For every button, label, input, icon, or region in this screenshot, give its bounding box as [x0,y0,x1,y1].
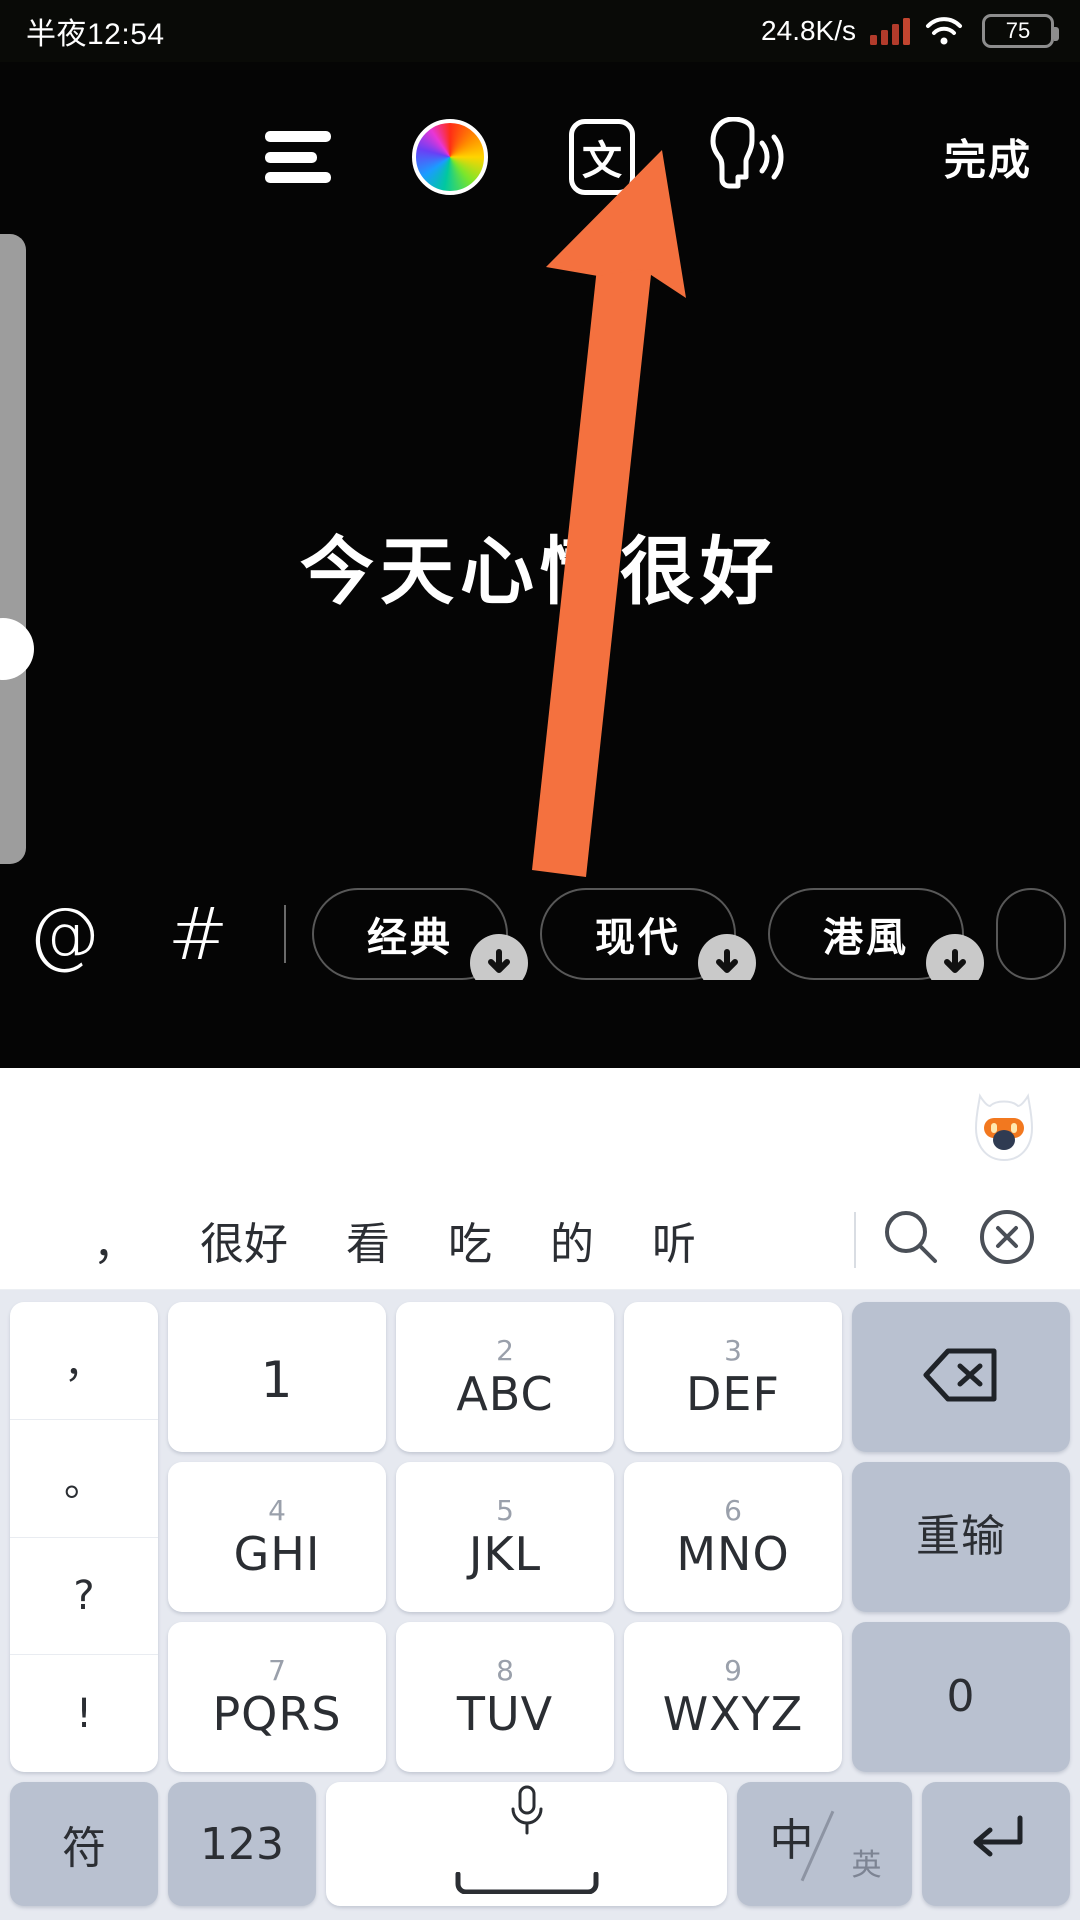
key-label: 重输 [916,1511,1006,1562]
key-number: 6 [724,1494,742,1527]
search-icon[interactable] [880,1206,942,1273]
key-number: 9 [724,1654,742,1687]
retype-key[interactable]: 重输 [852,1462,1070,1612]
digit-grid: 1 2 ABC 3 DEF 4 GHI 5 JKL 6 MNO 重输 7 PQR… [168,1302,1070,1772]
numeric-key[interactable]: 123 [168,1782,316,1906]
punct-key-period[interactable]: 。 [10,1420,158,1538]
candidate-bar: ， 很好 看 吃 的 听 [0,1190,1080,1290]
font-style-chip-list: 经典 现代 港風 [312,888,1066,980]
divider [854,1211,856,1268]
space-key[interactable] [326,1782,727,1906]
punct-key-question[interactable]: ? [10,1538,158,1656]
key-label: 0 [946,1671,976,1722]
key-label: 1 [260,1351,294,1409]
key-9-wxyz[interactable]: 9 WXYZ [624,1622,842,1772]
key-number: 7 [268,1654,286,1687]
mention-icon[interactable]: @ [18,888,110,980]
candidate-item[interactable]: ， [40,1208,190,1272]
key-0[interactable]: 0 [852,1622,1070,1772]
backspace-key[interactable] [852,1302,1070,1452]
language-zh-label: 中 [769,1815,814,1866]
text-editor-canvas[interactable]: 文 完成 今天心情很好 @ # 经典 现代 港風 [0,62,1080,1068]
key-4-ghi[interactable]: 4 GHI [168,1462,386,1612]
punct-key-comma[interactable]: ， [10,1302,158,1420]
key-label: WXYZ [662,1687,804,1741]
input-method-keyboard: ， 很好 看 吃 的 听 ， 。 ? ! 1 2 ABC 3 DEF 4 GHI… [0,1068,1080,1920]
enter-key[interactable] [922,1782,1070,1906]
space-bar-line [452,1854,602,1905]
language-en-label: 英 [851,1848,882,1883]
font-style-chip-label: 现代 [595,916,681,960]
font-style-chip[interactable]: 经典 [312,888,528,980]
candidate-item[interactable]: 的 [550,1208,594,1272]
battery-indicator: 75 [982,14,1059,48]
candidate-item[interactable]: 听 [652,1208,696,1272]
key-6-mno[interactable]: 6 MNO [624,1462,842,1612]
key-label: ABC [456,1367,554,1421]
battery-level-label: 75 [1005,18,1031,43]
download-icon[interactable] [470,934,528,980]
key-8-tuv[interactable]: 8 TUV [396,1622,614,1772]
key-label: PQRS [212,1687,342,1741]
key-label: DEF [686,1367,780,1421]
wifi-icon [924,16,964,46]
candidate-list: ， 很好 看 吃 的 听 [0,1208,824,1272]
microphone-icon[interactable] [505,1783,549,1850]
cellular-signal-icon [870,17,910,45]
key-number: 4 [268,1494,286,1527]
font-style-chip[interactable] [996,888,1066,980]
candidate-item[interactable]: 吃 [448,1208,492,1272]
keyboard-header [0,1068,1080,1190]
key-label: MNO [676,1527,790,1581]
download-icon[interactable] [926,934,984,980]
divider [284,905,286,963]
candidate-item[interactable]: 看 [346,1208,390,1272]
hashtag-icon[interactable]: # [152,888,244,980]
punctuation-column: ， 。 ? ! [10,1302,158,1772]
key-number: 3 [724,1334,742,1367]
enter-icon [964,1812,1028,1877]
font-style-chip-label: 经典 [367,916,453,960]
t9-keypad: ， 。 ? ! 1 2 ABC 3 DEF 4 GHI 5 JKL 6 MNO … [0,1290,1080,1920]
key-number: 5 [496,1494,514,1527]
download-icon[interactable] [698,934,756,980]
key-3-def[interactable]: 3 DEF [624,1302,842,1452]
network-speed-label: 24.8K/s [761,15,856,46]
keypad-bottom-row: 符 123 中 英 [10,1782,1070,1906]
close-circle-icon[interactable] [976,1206,1038,1273]
symbol-key[interactable]: 符 [10,1782,158,1906]
key-label: TUV [456,1687,554,1741]
key-number: 2 [496,1334,514,1367]
status-bar: 半夜12:54 24.8K/s 75 [0,0,1080,62]
font-style-chip[interactable]: 现代 [540,888,756,980]
status-time: 半夜12:54 [26,18,165,51]
candidate-item[interactable]: 很好 [200,1208,288,1272]
punct-key-exclamation[interactable]: ! [10,1655,158,1772]
language-toggle-key[interactable]: 中 英 [737,1782,912,1906]
key-2-abc[interactable]: 2 ABC [396,1302,614,1452]
status-indicators: 24.8K/s 75 [761,14,1059,48]
editor-bottom-bar: @ # 经典 现代 港風 [0,878,1080,990]
font-style-chip-label: 港風 [823,916,909,960]
keypad-main: ， 。 ? ! 1 2 ABC 3 DEF 4 GHI 5 JKL 6 MNO … [10,1302,1070,1772]
backspace-icon [922,1347,1000,1408]
fox-mascot-icon[interactable] [970,1090,1038,1164]
key-7-pqrs[interactable]: 7 PQRS [168,1622,386,1772]
key-1[interactable]: 1 [168,1302,386,1452]
key-5-jkl[interactable]: 5 JKL [396,1462,614,1612]
candidate-actions [880,1206,1038,1273]
key-label: GHI [233,1527,321,1581]
key-label: JKL [468,1527,542,1581]
key-number: 8 [496,1654,514,1687]
font-style-chip[interactable]: 港風 [768,888,984,980]
